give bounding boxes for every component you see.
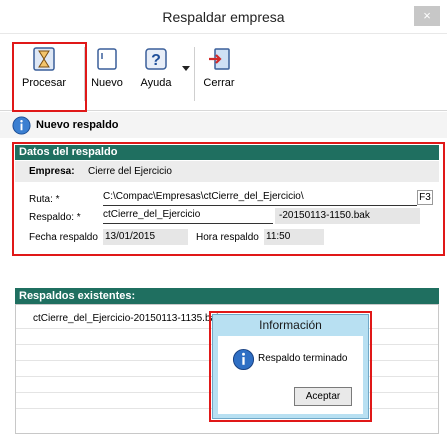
svg-text:?: ?	[151, 52, 161, 69]
toolbar-separator	[194, 47, 195, 101]
info-icon	[12, 116, 31, 135]
details-highlight	[12, 142, 445, 256]
close-label: Cerrar	[203, 77, 235, 89]
new-button[interactable]: Nuevo	[88, 37, 126, 107]
close-window-button[interactable]: ×	[414, 6, 440, 26]
existing-heading: Respaldos existentes:	[15, 288, 439, 304]
help-icon: ?	[145, 48, 167, 70]
dialog-highlight	[209, 311, 372, 422]
process-highlight	[12, 42, 87, 112]
new-document-icon	[97, 48, 117, 70]
help-label: Ayuda	[140, 77, 172, 89]
help-button[interactable]: ? Ayuda	[136, 37, 176, 107]
help-dropdown-icon[interactable]	[182, 66, 190, 71]
close-button[interactable]: Cerrar	[199, 37, 239, 107]
window-title: Respaldar empresa	[162, 9, 285, 25]
list-item[interactable]: ctCierre_del_Ejercicio-20150113-1135.bak	[33, 313, 221, 324]
new-backup-label: Nuevo respaldo	[36, 119, 119, 131]
new-label: Nuevo	[91, 77, 123, 89]
exit-door-icon	[209, 48, 230, 70]
